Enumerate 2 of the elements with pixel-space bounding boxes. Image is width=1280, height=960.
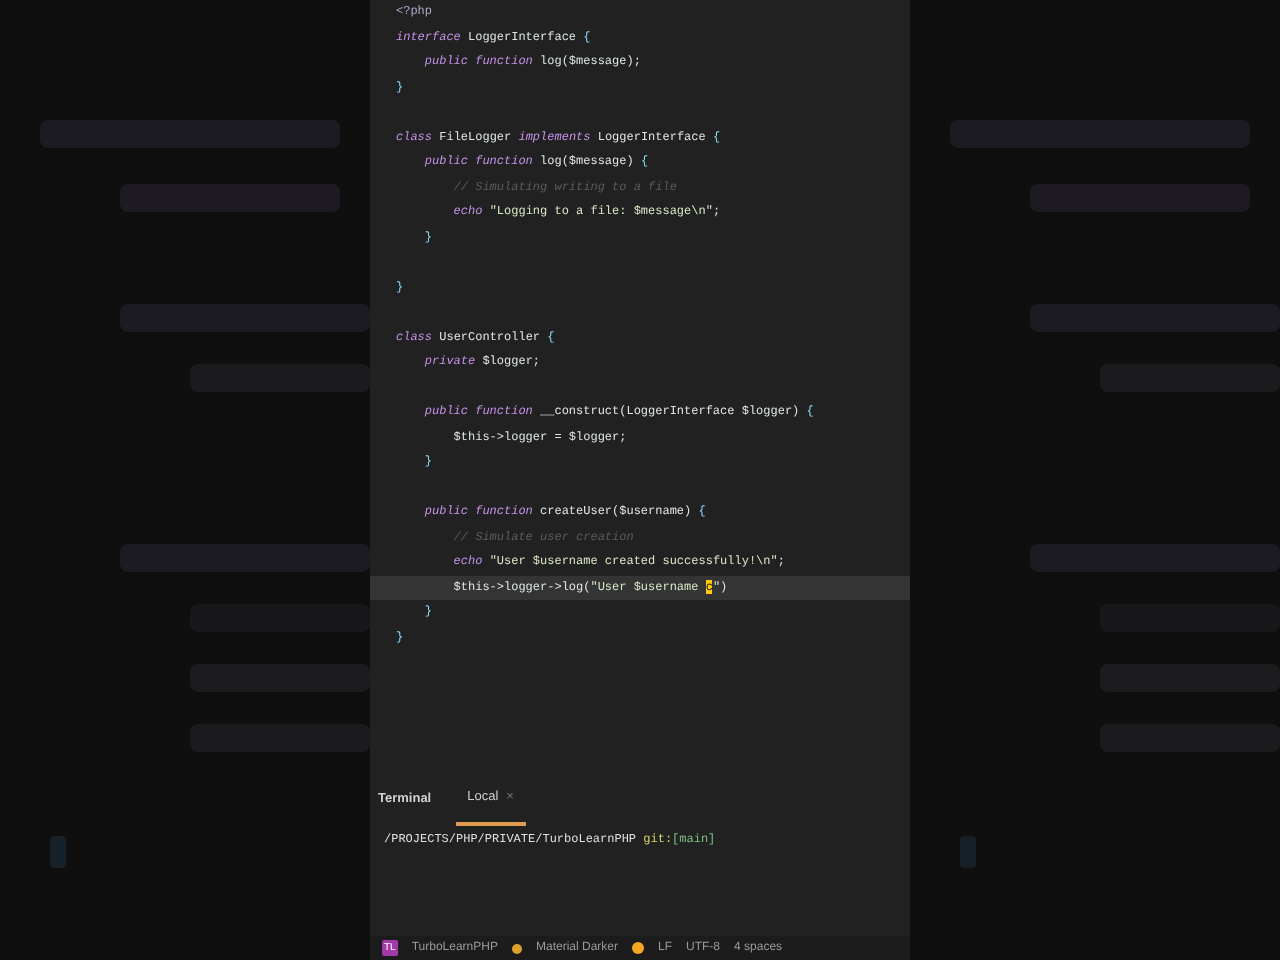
status-icon bbox=[632, 942, 644, 954]
palette-icon bbox=[511, 943, 522, 953]
